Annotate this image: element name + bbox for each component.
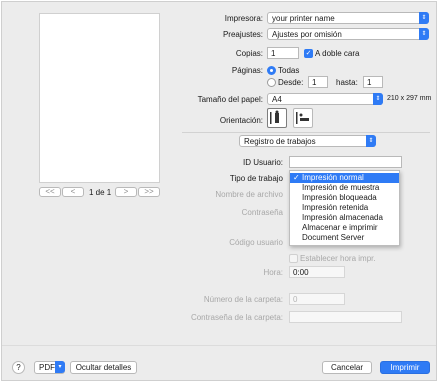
- job-type-menu: ✓ Impresión normal Impresión de muestra I…: [289, 170, 400, 246]
- job-type-option[interactable]: Impresión retenida: [290, 203, 399, 213]
- job-type-option[interactable]: Impresión bloqueada: [290, 193, 399, 203]
- job-type-option-label: Impresión normal: [302, 173, 364, 182]
- presets-label: Preajustes:: [222, 30, 263, 39]
- printer-select[interactable]: your printer name ⇕: [267, 12, 429, 24]
- user-code-label: Código usuario: [229, 238, 283, 247]
- pdf-label: PDF: [39, 363, 55, 372]
- paper-size-value: A4: [272, 95, 282, 104]
- pages-from-label: Desde:: [278, 78, 304, 87]
- user-id-label: ID Usuario:: [242, 158, 283, 167]
- paper-size-label: Tamaño del papel:: [197, 95, 263, 104]
- landscape-icon: [296, 112, 309, 124]
- job-type-label: Tipo de trabajo: [229, 174, 283, 183]
- file-name-label: Nombre de archivo: [215, 190, 283, 199]
- checkmark-icon: ✓: [293, 173, 300, 182]
- landscape-button[interactable]: [293, 108, 313, 128]
- printer-label: Impresora:: [224, 14, 263, 23]
- pages-from-input[interactable]: 1: [308, 76, 328, 88]
- pages-label: Páginas:: [231, 66, 263, 75]
- printer-value: your printer name: [272, 14, 335, 23]
- set-time-label: Establecer hora impr.: [300, 254, 376, 263]
- job-type-option[interactable]: Impresión almacenada: [290, 213, 399, 223]
- time-label: Hora:: [263, 268, 283, 277]
- footer-separator: [2, 345, 436, 346]
- help-button[interactable]: ?: [12, 361, 25, 374]
- pages-to-input[interactable]: 1: [363, 76, 383, 88]
- paper-dimensions: 210 x 297 mm: [387, 95, 432, 102]
- folder-number-label: Número de la carpeta:: [203, 295, 283, 304]
- section-select[interactable]: Registro de trabajos ⇕: [239, 135, 376, 147]
- page-preview: [39, 13, 160, 183]
- portrait-button[interactable]: [267, 108, 287, 128]
- prev-page-button[interactable]: <: [62, 187, 84, 197]
- last-page-button[interactable]: >>: [138, 187, 160, 197]
- set-time-checkbox[interactable]: [289, 254, 298, 263]
- chevron-updown-icon: ⇕: [366, 135, 376, 147]
- password-label: Contraseña: [241, 208, 283, 217]
- time-input[interactable]: 0:00: [289, 266, 345, 278]
- copies-input[interactable]: 1: [267, 47, 299, 59]
- chevron-down-icon: ▾: [55, 361, 65, 373]
- duplex-label: A doble cara: [315, 49, 360, 58]
- pages-to-label: hasta:: [336, 78, 358, 87]
- orientation-label: Orientación:: [219, 116, 263, 125]
- job-type-option[interactable]: Document Server: [290, 233, 399, 243]
- pages-all-radio[interactable]: [267, 66, 276, 75]
- section-value: Registro de trabajos: [244, 137, 316, 146]
- print-dialog: << < 1 de 1 > >> Impresora: your printer…: [1, 1, 437, 381]
- folder-password-label: Contraseña de la carpeta:: [190, 313, 283, 322]
- print-button[interactable]: Imprimir: [380, 361, 430, 374]
- pdf-button[interactable]: PDF ▾: [34, 361, 65, 374]
- job-type-option-label: Document Server: [302, 233, 365, 242]
- page-indicator: 1 de 1: [89, 188, 112, 197]
- next-page-button[interactable]: >: [115, 187, 137, 197]
- separator: [182, 132, 430, 133]
- folder-password-input[interactable]: [289, 311, 402, 323]
- job-type-option-label: Impresión bloqueada: [302, 193, 377, 202]
- duplex-checkbox[interactable]: ✓: [304, 49, 313, 58]
- first-page-button[interactable]: <<: [39, 187, 61, 197]
- job-type-option-label: Almacenar e imprimir: [302, 223, 378, 232]
- chevron-updown-icon: ⇕: [373, 93, 383, 105]
- chevron-updown-icon: ⇕: [419, 28, 429, 40]
- presets-value: Ajustes por omisión: [272, 30, 342, 39]
- copies-label: Copias:: [235, 49, 263, 58]
- pages-all-label: Todas: [278, 66, 300, 75]
- chevron-updown-icon: ⇕: [419, 12, 429, 24]
- hide-details-button[interactable]: Ocultar detalles: [70, 361, 137, 374]
- job-type-option[interactable]: ✓ Impresión normal: [290, 173, 399, 183]
- job-type-option-label: Impresión de muestra: [302, 183, 380, 192]
- folder-number-input[interactable]: 0: [289, 293, 345, 305]
- job-type-option[interactable]: Impresión de muestra: [290, 183, 399, 193]
- user-id-input[interactable]: [289, 156, 402, 168]
- job-type-option[interactable]: Almacenar e imprimir: [290, 223, 399, 233]
- paper-size-select[interactable]: A4 ⇕: [267, 93, 383, 105]
- presets-select[interactable]: Ajustes por omisión ⇕: [267, 28, 429, 40]
- pages-range-radio[interactable]: [267, 78, 276, 87]
- job-type-option-label: Impresión retenida: [302, 203, 369, 212]
- cancel-button[interactable]: Cancelar: [322, 361, 372, 374]
- job-type-option-label: Impresión almacenada: [302, 213, 383, 222]
- portrait-icon: [270, 110, 279, 124]
